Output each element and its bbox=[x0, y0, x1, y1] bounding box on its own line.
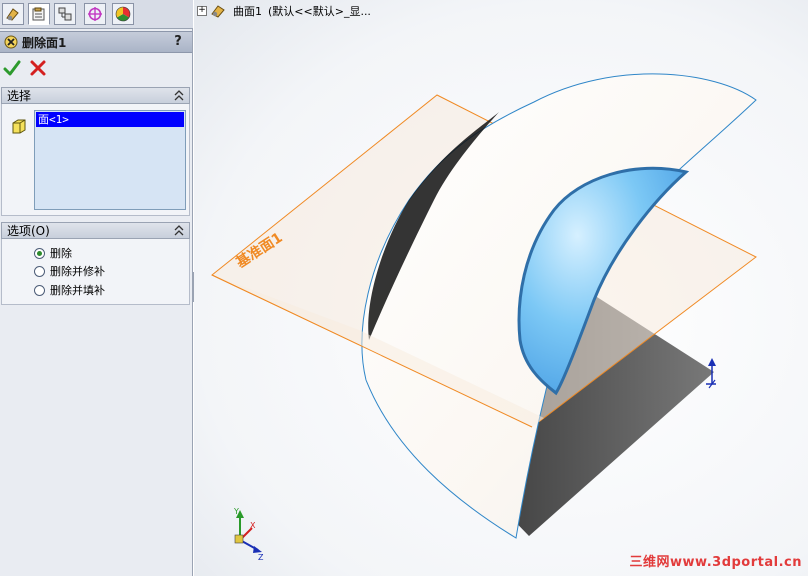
face-selection-icon bbox=[12, 119, 26, 134]
collapse-chevron-icon[interactable] bbox=[173, 88, 185, 103]
watermark-text: 三维网www.3dportal.cn bbox=[629, 555, 802, 570]
tab-display-manager[interactable] bbox=[112, 3, 134, 25]
model-view-svg[interactable]: 基准面1 Y X Z bbox=[194, 0, 808, 576]
target-crosshair-icon bbox=[88, 7, 102, 21]
options-group-label: 选项(O) bbox=[7, 224, 50, 238]
ok-checkmark-button[interactable] bbox=[3, 59, 21, 77]
configuration-icon bbox=[58, 7, 72, 21]
collapse-chevron-icon[interactable] bbox=[173, 223, 185, 238]
property-manager-panel: 删除面1 ? 选择 面<1> 选项(O) 删除 删除并修补 删除并填补 bbox=[0, 0, 193, 576]
view-orientation-triad[interactable]: Y X Z bbox=[233, 507, 264, 562]
property-manager-header: 删除面1 ? bbox=[0, 31, 192, 53]
cancel-x-button[interactable] bbox=[29, 59, 47, 77]
option-delete-and-fill-label: 删除并填补 bbox=[50, 284, 105, 297]
feature-title: 删除面1 bbox=[22, 35, 67, 50]
selection-group-label: 选择 bbox=[7, 89, 32, 103]
option-delete-label: 删除 bbox=[50, 247, 72, 260]
option-delete[interactable]: 删除 bbox=[34, 245, 72, 261]
selection-group-header[interactable]: 选择 bbox=[1, 87, 190, 104]
option-delete-and-patch-label: 删除并修补 bbox=[50, 265, 105, 278]
selected-face-item[interactable]: 面<1> bbox=[36, 112, 184, 127]
ok-cancel-row bbox=[3, 59, 51, 79]
svg-text:Z: Z bbox=[258, 553, 264, 562]
radio-delete-and-fill[interactable] bbox=[34, 284, 45, 296]
option-delete-and-patch[interactable]: 删除并修补 bbox=[34, 263, 105, 279]
selected-faces-list[interactable]: 面<1> bbox=[34, 110, 186, 210]
svg-text:Y: Y bbox=[233, 507, 239, 516]
options-group-header[interactable]: 选项(O) bbox=[1, 222, 190, 239]
tab-feature-manager[interactable] bbox=[2, 3, 24, 25]
tab-dimxpert-manager[interactable] bbox=[84, 3, 106, 25]
tab-configuration-manager[interactable] bbox=[54, 3, 76, 25]
radio-delete[interactable] bbox=[34, 247, 45, 259]
radio-delete-and-patch[interactable] bbox=[34, 265, 45, 277]
option-delete-and-fill[interactable]: 删除并填补 bbox=[34, 282, 105, 298]
manager-tab-bar bbox=[0, 0, 193, 29]
feature-tree-icon bbox=[6, 8, 19, 21]
graphics-area[interactable]: + 曲面1 (默认<<默认>_显... 基准面1 Y X Z 三维网www.3d… bbox=[194, 0, 808, 576]
tab-property-manager[interactable] bbox=[28, 3, 50, 25]
property-manager-icon bbox=[32, 7, 45, 21]
help-button[interactable]: ? bbox=[170, 34, 186, 50]
delete-face-icon bbox=[4, 35, 18, 49]
appearance-color-wheel-icon bbox=[115, 6, 131, 22]
svg-text:X: X bbox=[250, 521, 256, 530]
